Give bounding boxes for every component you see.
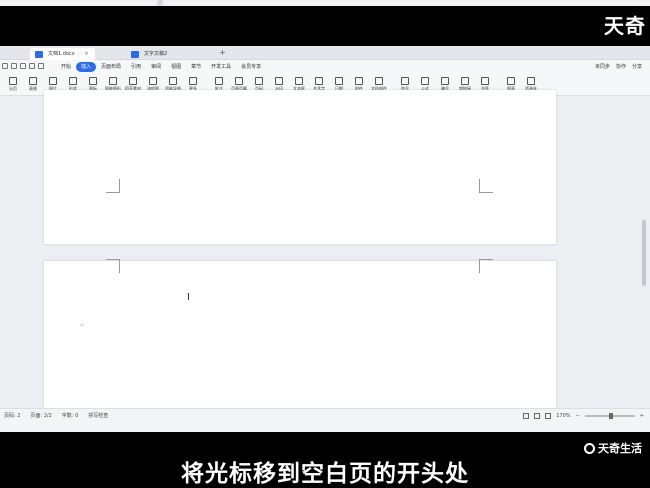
save-icon[interactable] xyxy=(11,63,17,69)
document-tab-bar: 文档1.docx × 文字文稿2 + xyxy=(0,46,650,60)
screen-edge xyxy=(0,0,650,6)
document-tab-active[interactable]: 文档1.docx × xyxy=(30,48,95,60)
status-page-number[interactable]: 页码: 2 xyxy=(4,412,20,420)
watermark-top: 天奇 xyxy=(604,14,646,38)
status-word-count[interactable]: 字数: 0 xyxy=(62,412,78,420)
status-left: 页码: 2 页面: 2/2 字数: 0 拼写检查 xyxy=(4,412,108,420)
screen-edge-glare xyxy=(140,0,180,6)
ribbon-button-icon xyxy=(255,77,263,85)
document-tab[interactable]: 文字文稿2 xyxy=(126,48,173,60)
ribbon-button-label: 分页 xyxy=(9,86,17,91)
redo-icon[interactable] xyxy=(38,63,44,69)
ribbon-button-icon xyxy=(169,77,177,85)
status-bar: 页码: 2 页面: 2/2 字数: 0 拼写检查 170% − + xyxy=(0,408,650,432)
document-canvas[interactable] xyxy=(0,90,650,421)
menu-right-actions: 未同步 协作 分享 xyxy=(595,62,642,72)
menu-view[interactable]: 视图 xyxy=(166,62,186,72)
ribbon-button-icon xyxy=(421,77,429,85)
ribbon-button-icon xyxy=(29,77,37,85)
menu-insert[interactable]: 插入 xyxy=(76,62,97,72)
new-tab-plus-icon[interactable]: + xyxy=(219,48,226,58)
ribbon-button-icon xyxy=(507,77,515,85)
undo-icon[interactable] xyxy=(29,63,35,69)
watermark-logo-icon xyxy=(584,442,595,454)
menu-home[interactable]: 开始 xyxy=(56,62,76,72)
menu-page-layout[interactable]: 页面布局 xyxy=(96,62,126,72)
paragraph-mark-icon: ↵ xyxy=(80,322,86,329)
ribbon-button-icon xyxy=(461,77,469,85)
status-right: 170% − + xyxy=(523,412,644,420)
page-2-blank[interactable] xyxy=(44,259,556,421)
close-icon[interactable]: × xyxy=(84,51,88,57)
sync-status-button[interactable]: 未同步 xyxy=(595,62,610,72)
quick-access-toolbar xyxy=(2,63,44,69)
menu-tabs: 开始 插入 页面布局 引用 审阅 视图 章节 开发工具 会员专享 xyxy=(56,62,266,72)
web-layout-icon[interactable] xyxy=(534,413,541,419)
zoom-out-icon[interactable]: − xyxy=(576,412,580,420)
ribbon-button-icon xyxy=(49,77,57,85)
ribbon-button-icon xyxy=(401,77,409,85)
print-icon[interactable] xyxy=(20,63,26,69)
ribbon-button-icon xyxy=(149,77,157,85)
margin-corner-mark xyxy=(106,259,120,273)
ribbon-button-icon xyxy=(275,77,283,85)
ribbon-button-icon xyxy=(441,77,449,85)
ribbon-button-icon xyxy=(9,77,17,85)
menu-review[interactable]: 审阅 xyxy=(146,62,166,72)
menu-member[interactable]: 会员专享 xyxy=(236,62,266,72)
ribbon-button[interactable]: 分页 xyxy=(2,75,24,95)
ribbon-button-icon xyxy=(375,77,383,85)
page-1[interactable] xyxy=(44,90,556,244)
ribbon-button-icon xyxy=(215,77,223,85)
ribbon-button[interactable]: 表格 xyxy=(22,75,44,95)
menu-bar: 开始 插入 页面布局 引用 审阅 视图 章节 开发工具 会员专享 未同步 协作 … xyxy=(0,60,650,74)
document-tab-label: 文档1.docx xyxy=(48,51,75,57)
zoom-in-icon[interactable]: + xyxy=(640,412,644,420)
scrollbar-thumb[interactable] xyxy=(642,220,646,286)
zoom-slider-knob[interactable] xyxy=(608,413,613,419)
ribbon-button-icon xyxy=(295,77,303,85)
wps-writer-window: 文档1.docx × 文字文稿2 + 开始 插入 页面布局 引用 审阅 视图 章… xyxy=(0,46,650,432)
status-spell-check[interactable]: 拼写检查 xyxy=(88,412,108,420)
margin-corner-mark xyxy=(479,259,493,273)
ribbon-button-icon xyxy=(235,77,243,85)
text-cursor-icon xyxy=(188,293,191,300)
menu-icon[interactable] xyxy=(2,63,8,69)
reading-mode-icon[interactable] xyxy=(545,413,552,419)
ribbon-button-label: 表格 xyxy=(29,86,37,91)
writer-doc-icon xyxy=(35,51,43,58)
ribbon-button-icon xyxy=(335,77,343,85)
status-page-count[interactable]: 页面: 2/2 xyxy=(30,412,51,420)
ribbon-button-icon xyxy=(189,77,197,85)
document-tab-label: 文字文稿2 xyxy=(144,51,168,57)
share-button[interactable]: 分享 xyxy=(632,62,642,72)
menu-developer[interactable]: 开发工具 xyxy=(206,62,236,72)
ribbon-button-icon xyxy=(527,77,535,85)
ribbon-button-icon xyxy=(355,77,363,85)
video-top-band: 天奇 xyxy=(0,0,650,46)
video-bottom-band: 天奇生活 将光标移到空白页的开头处 xyxy=(0,432,650,488)
menu-references[interactable]: 引用 xyxy=(126,62,146,72)
margin-corner-mark xyxy=(479,179,493,193)
margin-corner-mark xyxy=(106,179,120,193)
writer-doc-icon xyxy=(131,51,139,58)
ribbon-button-icon xyxy=(109,77,117,85)
ribbon-button-icon xyxy=(315,77,323,85)
menu-section[interactable]: 章节 xyxy=(186,62,206,72)
ribbon-button-icon xyxy=(129,77,137,85)
collaborate-button[interactable]: 协作 xyxy=(616,62,626,72)
view-mode-icon[interactable] xyxy=(523,413,530,419)
ribbon-button-icon xyxy=(69,77,77,85)
ribbon-button-icon xyxy=(481,77,489,85)
ribbon-button-icon xyxy=(89,77,97,85)
zoom-level[interactable]: 170% xyxy=(556,412,570,420)
zoom-slider[interactable] xyxy=(584,413,635,419)
video-subtitle: 将光标移到空白页的开头处 xyxy=(181,461,469,487)
vertical-scrollbar[interactable] xyxy=(640,96,648,408)
